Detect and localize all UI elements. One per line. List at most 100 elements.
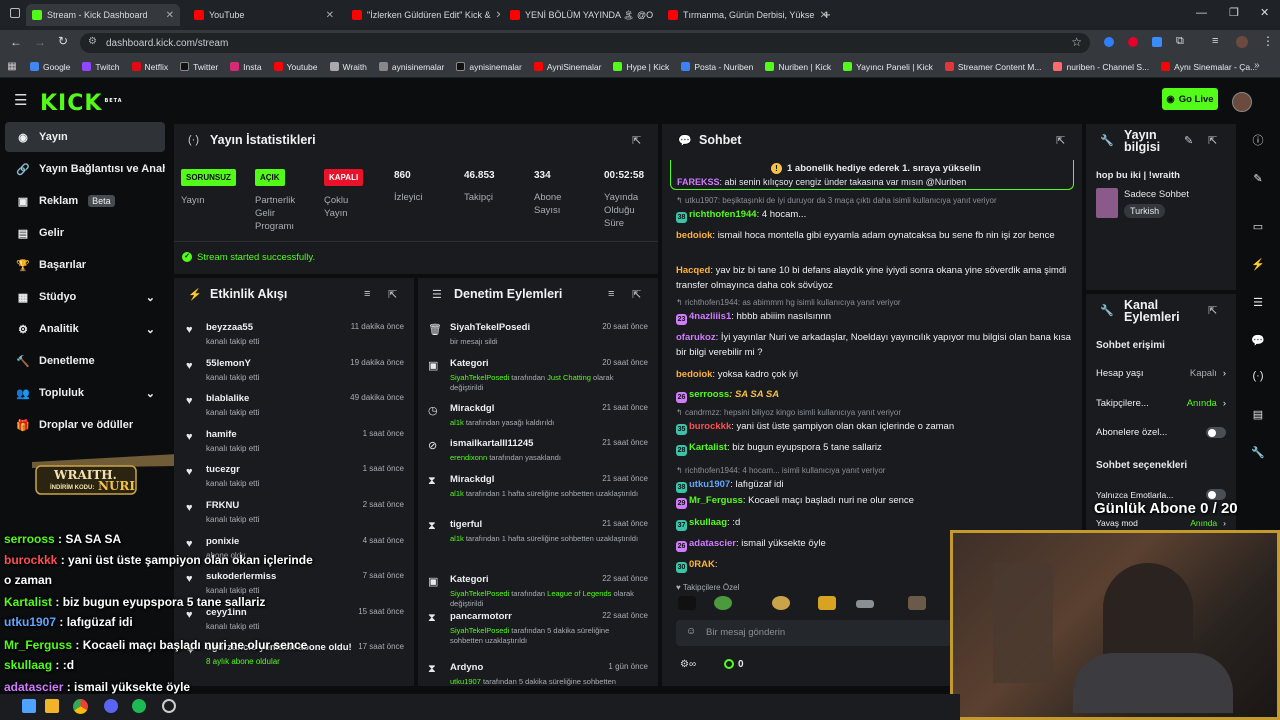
chat-username[interactable]: ofarukoz [676, 332, 716, 343]
list-icon[interactable]: ☰ [1246, 290, 1270, 314]
sidebar-item-stream-key[interactable]: 🔗Yayın Bağlantısı ve Anahtarı [5, 154, 165, 184]
emote[interactable] [908, 596, 926, 610]
sidebar-item-studyo[interactable]: ▦ Stüdyo ⌄ [5, 282, 165, 312]
chat-bubble-icon[interactable]: 💬 [1246, 328, 1270, 352]
browser-tab[interactable]: YouTube ✕ [188, 4, 340, 26]
bookmark-item[interactable]: aynisinemalar [450, 62, 527, 72]
toggle-switch[interactable] [1206, 427, 1226, 438]
bookmark-item[interactable]: Insta [224, 62, 267, 72]
chat-message[interactable]: bedoiok: yoksa kadro çok iyi [676, 367, 1072, 382]
account-age-setting[interactable]: Hesap yaşı Kapalı › [1096, 368, 1226, 379]
chat-message[interactable]: 35 burockkk: yani üst üste şampiyon olan … [676, 419, 1072, 435]
filter-icon[interactable]: ≡ [608, 288, 614, 300]
minimize-icon[interactable]: — [1196, 7, 1207, 19]
emote-only-setting[interactable]: Yalnızca Emotlarla... [1096, 489, 1226, 500]
chat-username[interactable]: richthofen1944 [689, 209, 757, 220]
filter-icon[interactable]: ≡ [364, 288, 370, 300]
bookmark-item[interactable]: Netflix [126, 62, 175, 72]
chat-username[interactable]: Mr_Ferguss [689, 495, 743, 506]
chat-username[interactable]: Kartalist [689, 442, 727, 453]
moderation-action[interactable]: ⧗ tigerful al1k tarafından 1 hafta sürel… [418, 519, 654, 559]
sidebar-item-topluluk[interactable]: 👥 Topluluk ⌄ [5, 378, 165, 408]
bookmark-item[interactable]: Hype | Kick [607, 62, 675, 72]
activity-event[interactable]: ♥ tucezgr kanalı takip etti 1 saat önce [174, 464, 410, 500]
moderation-action[interactable]: 🗑 SiyahTekelPosedi bir mesajı sildi 20 s… [418, 322, 654, 362]
chat-message[interactable]: 38 richthofen1944: 4 hocam... [676, 207, 1072, 223]
bookmark-item[interactable]: Twitch [76, 62, 125, 72]
bookmark-item[interactable]: nuriben - Channel S... [1047, 62, 1155, 72]
kick-logo[interactable]: KICK BETA [40, 91, 123, 116]
chat-username[interactable]: bedoiok [676, 369, 712, 380]
activity-event[interactable]: ♥ FRKNU kanalı takip etti 2 saat önce [174, 500, 410, 536]
moderation-action[interactable]: ⊘ ismailkartalll11245 erendixonn tarafın… [418, 438, 654, 478]
activity-event[interactable]: ♥ beyzzaa55 kanalı takip etti 11 dakika … [174, 322, 410, 358]
extension-icon[interactable] [1128, 37, 1138, 47]
chat-username[interactable]: 0RAK [689, 559, 715, 570]
extension-icon[interactable] [1152, 37, 1162, 47]
emote[interactable] [856, 600, 874, 608]
bookmark-item[interactable]: AyniSinemalar [528, 62, 608, 72]
chat-message[interactable]: 28 Kartalist: biz bugun eyupspora 5 tane … [676, 440, 1072, 456]
popout-icon[interactable]: ⇱ [1208, 304, 1217, 317]
toggle-switch[interactable] [1206, 489, 1226, 500]
bookmark-item[interactable]: Nuriben | Kick [759, 62, 837, 72]
followers-only-setting[interactable]: Takipçilere... Anında › [1096, 398, 1226, 409]
media-control-icon[interactable]: ≡ [1212, 35, 1218, 47]
info-icon[interactable]: ⓘ [1246, 128, 1270, 152]
wrench-icon[interactable]: 🔧 [1246, 440, 1270, 464]
edit-pencil-icon[interactable]: ✎ [1246, 166, 1270, 190]
close-tab-icon[interactable]: ✕ [495, 10, 500, 21]
bookmark-item[interactable]: Wraith [324, 62, 373, 72]
bookmark-item[interactable]: Aynı Sinemalar - Ça... [1155, 62, 1263, 72]
chat-username[interactable]: burockkk [689, 421, 731, 432]
emote[interactable] [818, 596, 836, 610]
bookmark-item[interactable]: Streamer Content M... [939, 62, 1048, 72]
sidebar-item-basarilar[interactable]: 🏆 Başarılar [5, 250, 165, 280]
bookmark-item[interactable]: Yayıncı Paneli | Kick [837, 62, 939, 72]
chat-settings-icon[interactable]: ⚙∞ [680, 659, 696, 670]
bookmark-item[interactable]: Twitter [174, 62, 224, 72]
moderation-action[interactable]: ⧗ pancarmotorr SiyahTekelPosedi tarafınd… [418, 611, 654, 651]
category-name[interactable]: Sadece Sohbet [1124, 189, 1189, 200]
chat-message[interactable]: 37 skullaag: :d [676, 515, 1072, 531]
extension-icon[interactable] [1104, 37, 1114, 47]
subscribers-only-setting[interactable]: Abonelere özel... [1096, 427, 1226, 438]
forward-icon[interactable]: → [34, 35, 46, 49]
bookmark-item[interactable]: Google [24, 62, 76, 72]
popout-icon[interactable]: ⇱ [1208, 134, 1217, 147]
back-icon[interactable]: ← [10, 35, 22, 49]
moderation-action[interactable]: ▣ Kategori SiyahTekelPosedi tarafından L… [418, 574, 654, 614]
chat-message[interactable]: Hacqed: yav biz bi tane 10 bi defans ala… [676, 263, 1072, 293]
moderation-action[interactable]: ⧗ Mirackdgl al1k tarafından 1 hafta süre… [418, 474, 654, 514]
chat-username[interactable]: Hacqed [676, 265, 710, 276]
close-tab-icon[interactable]: ✕ [326, 10, 334, 21]
tab-search-icon[interactable] [10, 8, 20, 18]
bolt-icon[interactable]: ⚡ [1246, 252, 1270, 276]
maximize-icon[interactable]: ❐ [1229, 6, 1239, 19]
chat-message[interactable]: 23 4nazliiis1: hbbb abiiim nasılsınnn [676, 309, 1072, 325]
chat-message[interactable]: 38 utku1907: lafıgüzaf idi [676, 477, 1072, 493]
moderation-action[interactable]: ▣ Kategori SiyahTekelPosedi tarafından J… [418, 358, 654, 398]
activity-event[interactable]: ♥ blablalike kanalı takip etti 49 dakika… [174, 393, 410, 429]
popout-icon[interactable]: ⇱ [632, 288, 641, 301]
site-info-icon[interactable]: ⚙ [88, 36, 97, 47]
popout-icon[interactable]: ⇱ [388, 288, 397, 301]
discord-icon[interactable] [104, 699, 118, 713]
popout-icon[interactable]: ⇱ [632, 134, 641, 147]
close-window-icon[interactable]: ✕ [1260, 6, 1269, 19]
spotify-icon[interactable] [132, 699, 146, 713]
obs-icon[interactable] [162, 699, 176, 713]
chat-username[interactable]: skullaag [689, 517, 727, 528]
browser-tab[interactable]: Stream - Kick Dashboard ✕ [26, 4, 180, 26]
chat-username[interactable]: 4nazliiis1 [689, 311, 731, 322]
sidebar-item-droplar[interactable]: 🎁 Droplar ve ödüller [5, 410, 165, 440]
sidebar-item-yayin[interactable]: ◉ Yayın [5, 122, 165, 152]
stats-icon[interactable]: (·) [1246, 364, 1270, 388]
hamburger-menu-icon[interactable]: ☰ [14, 91, 27, 109]
taskbar-app-icon[interactable] [22, 699, 36, 713]
chat-message-input[interactable]: ☺ Bir mesaj gönderin [676, 620, 956, 646]
edit-pencil-icon[interactable]: ✎ [1184, 134, 1193, 147]
bookmark-item[interactable]: Posta - Nuriben [675, 62, 759, 72]
chat-username[interactable]: bedoiok [676, 230, 712, 241]
pinned-gift-banner[interactable]: ! 1 abonelik hediye ederek 1. sıraya yük… [670, 160, 1074, 190]
